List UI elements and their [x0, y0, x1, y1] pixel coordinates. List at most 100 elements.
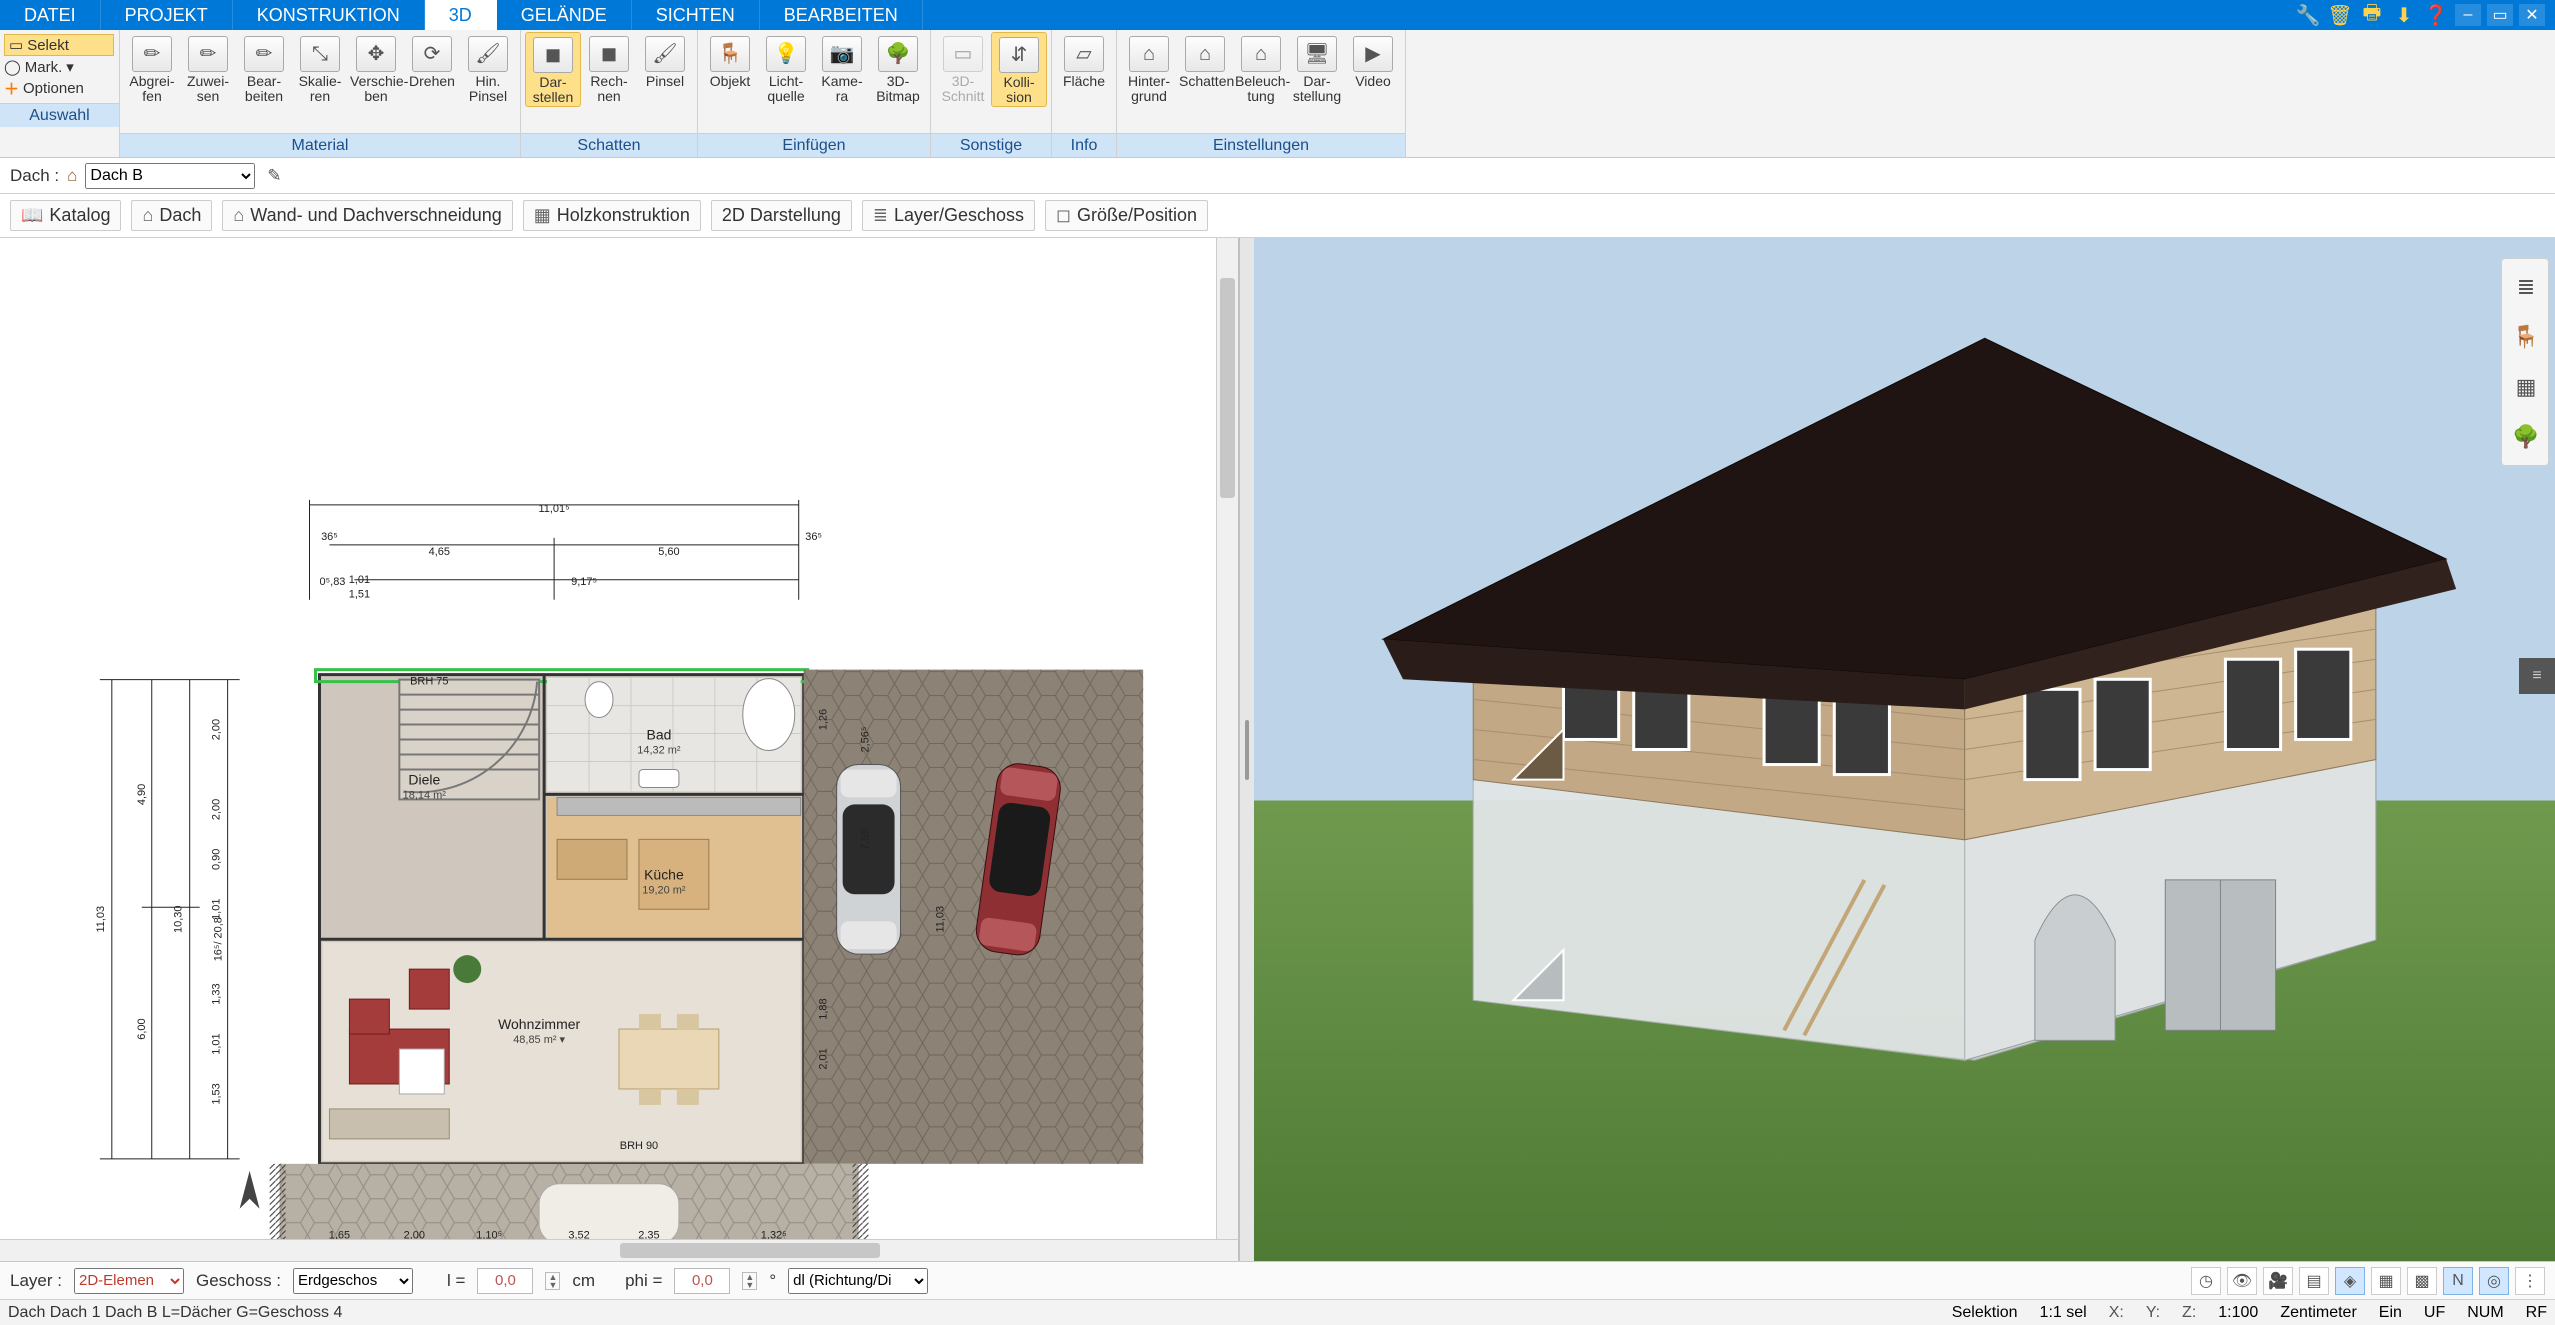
geschoss-select[interactable]: Erdgeschos — [293, 1268, 413, 1294]
tab-holz[interactable]: ▦Holzkonstruktion — [523, 200, 701, 231]
ribbon-kamera-button[interactable]: 📷Kame-ra — [814, 32, 870, 105]
menu-gelaende[interactable]: GELÄNDE — [497, 0, 632, 30]
maximize-button[interactable]: ▭ — [2487, 4, 2513, 26]
palette-plants-button[interactable]: 🌳 — [2508, 419, 2544, 455]
dimension-label: 11,03 — [934, 906, 946, 933]
viewmode-solid-button[interactable]: ▩ — [2407, 1267, 2437, 1295]
dimension-label: 1,51 — [349, 589, 370, 601]
ribbon: ▭ Selekt ◯ Mark. ▾ ＋Optionen Auswahl ✏Ab… — [0, 30, 2555, 158]
status-rf: RF — [2526, 1304, 2547, 1322]
view-splitter[interactable] — [1240, 238, 1254, 1261]
dimension-label: 1,01 — [211, 899, 223, 920]
ribbon-bearbeiten-button[interactable]: ✏Bear-beiten — [236, 32, 292, 105]
2d-v-scrollbar[interactable] — [1216, 238, 1238, 1239]
palette-materials-button[interactable]: ▦ — [2508, 369, 2544, 405]
viewmode-eye-button[interactable]: 👁 — [2227, 1267, 2257, 1295]
ribbon-zuweisen-button[interactable]: ✏Zuwei-sen — [180, 32, 236, 105]
3d-canvas[interactable] — [1254, 238, 2555, 1261]
ribbon-skalieren-button[interactable]: ⤡Skalie-ren — [292, 32, 348, 105]
viewmode-cam-button[interactable]: 🎥 — [2263, 1267, 2293, 1295]
panel-expand-handle[interactable]: ≡ — [2519, 658, 2555, 694]
l-spinner[interactable]: ▲▼ — [545, 1272, 560, 1290]
palette-layers-button[interactable]: ≣ — [2508, 269, 2544, 305]
viewmode-more-button[interactable]: ⋮ — [2515, 1267, 2545, 1295]
viewmode-north-button[interactable]: N — [2443, 1267, 2473, 1295]
viewmode-clock-button[interactable]: ◷ — [2191, 1267, 2221, 1295]
ribbon-rechnen-button[interactable]: ◼Rech-nen — [581, 32, 637, 105]
ribbon-verschieben-button[interactable]: ✥Verschie-ben — [348, 32, 404, 105]
help-icon[interactable]: ❓ — [2423, 4, 2449, 26]
ribbon-flaeche-button[interactable]: ▱Fläche — [1056, 32, 1112, 89]
viewmode-wire-button[interactable]: ▦ — [2371, 1267, 2401, 1295]
selekt-toggle[interactable]: ▭ Selekt — [4, 34, 114, 56]
dach-label: Dach : — [10, 166, 59, 186]
ribbon-lichtquelle-button[interactable]: 💡Licht-quelle — [758, 32, 814, 105]
ribbon-hintergrund-button[interactable]: ⌂Hinter-grund — [1121, 32, 1177, 105]
tools-icon[interactable]: 🔧 — [2295, 4, 2321, 26]
tab-wand-dach[interactable]: ⌂Wand- und Dachverschneidung — [222, 200, 512, 231]
darstellung-icon: 🖥 — [1297, 36, 1337, 72]
ribbon-darstellung-button[interactable]: 🖥Dar-stellung — [1289, 32, 1345, 105]
ribbon-objekt-button[interactable]: 🪑Objekt — [702, 32, 758, 89]
ribbon-drehen-button[interactable]: ⟳Drehen — [404, 32, 460, 89]
viewmode-compass-button[interactable]: ◎ — [2479, 1267, 2509, 1295]
viewmode-stack-button[interactable]: ▤ — [2299, 1267, 2329, 1295]
edit-pencil-icon[interactable]: ✎ — [263, 165, 285, 187]
dimension-label: 2,56⁵ — [860, 727, 872, 753]
room-area: 48,85 m² ▾ — [513, 1034, 565, 1046]
dimension-label: 0,90 — [211, 849, 223, 870]
optionen-button[interactable]: ＋Optionen — [4, 78, 114, 99]
status-uf: UF — [2424, 1304, 2445, 1322]
ribbon-beleuchtung-button[interactable]: ⌂Beleuch-tung — [1233, 32, 1289, 105]
room-label: Bad — [647, 727, 672, 743]
menu-konstruktion[interactable]: KONSTRUKTION — [233, 0, 425, 30]
palette-furniture-button[interactable]: 🪑 — [2508, 319, 2544, 355]
tab-layer-g[interactable]: ≣Layer/Geschoss — [862, 200, 1035, 231]
floorplan-canvas[interactable]: Bad14,32 m²Diele18,14 m²Küche19,20 m²Woh… — [0, 238, 1238, 1261]
status-selection-path: Dach Dach 1 Dach B L=Dächer G=Geschoss 4 — [8, 1304, 1930, 1322]
viewmode-persp-button[interactable]: ◈ — [2335, 1267, 2365, 1295]
download-icon[interactable]: ⬇ — [2391, 4, 2417, 26]
phi-spinner[interactable]: ▲▼ — [742, 1272, 757, 1290]
objekt-icon: 🪑 — [710, 36, 750, 72]
ribbon-group-einfuegen: 🪑Objekt💡Licht-quelle📷Kame-ra🌳3D-Bitmap E… — [698, 30, 931, 157]
mode-select[interactable]: dl (Richtung/Di — [788, 1268, 928, 1294]
2d-plan-view[interactable]: Bad14,32 m²Diele18,14 m²Küche19,20 m²Woh… — [0, 238, 1240, 1261]
tab-dach[interactable]: ⌂Dach — [131, 200, 212, 231]
print-icon[interactable]: 🖶 — [2359, 4, 2385, 26]
dach-select[interactable]: Dach B — [85, 163, 255, 189]
2d-h-scrollbar[interactable] — [0, 1239, 1238, 1261]
ribbon-group-material: ✏Abgrei-fen✏Zuwei-sen✏Bear-beiten⤡Skalie… — [120, 30, 521, 157]
dach-icon: ⌂ — [67, 166, 77, 186]
tab-groesse[interactable]: ◻Größe/Position — [1045, 200, 1208, 231]
layer-select[interactable]: 2D-Elemen — [74, 1268, 184, 1294]
tab-2d-dar[interactable]: 2D Darstellung — [711, 200, 852, 231]
ribbon-kollision-button[interactable]: ⇵Kolli-sion — [991, 32, 1047, 107]
trash-icon[interactable]: 🗑 — [2327, 4, 2353, 26]
ribbon-hin-pinsel-button[interactable]: 🖌Hin.Pinsel — [460, 32, 516, 105]
3d-view[interactable]: ≣ 🪑 ▦ 🌳 ≡ — [1254, 238, 2555, 1261]
status-mode: Selektion — [1952, 1304, 2018, 1322]
status-y-label: Y: — [2146, 1304, 2160, 1322]
ribbon-video-button[interactable]: ▶Video — [1345, 32, 1401, 89]
ribbon-schatten2-button[interactable]: ⌂Schatten — [1177, 32, 1233, 89]
status-scale: 1:100 — [2218, 1304, 2258, 1322]
ribbon-abgreifen-button[interactable]: ✏Abgrei-fen — [124, 32, 180, 105]
minimize-button[interactable]: – — [2455, 4, 2481, 26]
menu-bearbeiten[interactable]: BEARBEITEN — [760, 0, 923, 30]
ribbon-darstellen-button[interactable]: ◼Dar-stellen — [525, 32, 581, 107]
phi-input[interactable] — [674, 1268, 730, 1294]
mark-dropdown[interactable]: ◯ Mark. ▾ — [4, 58, 114, 76]
ribbon-3d-bitmap-button[interactable]: 🌳3D-Bitmap — [870, 32, 926, 105]
status-num: NUM — [2467, 1304, 2503, 1322]
l-input[interactable] — [477, 1268, 533, 1294]
layer-g-icon: ≣ — [873, 205, 888, 226]
menu-datei[interactable]: DATEI — [0, 0, 101, 30]
menu-sichten[interactable]: SICHTEN — [632, 0, 760, 30]
ribbon-pinsel-button[interactable]: 🖌Pinsel — [637, 32, 693, 89]
menu-projekt[interactable]: PROJEKT — [101, 0, 233, 30]
menu-3d[interactable]: 3D — [425, 0, 497, 30]
dimension-label: 1,88 — [818, 998, 830, 1019]
close-button[interactable]: ✕ — [2519, 4, 2545, 26]
tab-katalog[interactable]: 📖Katalog — [10, 200, 121, 231]
